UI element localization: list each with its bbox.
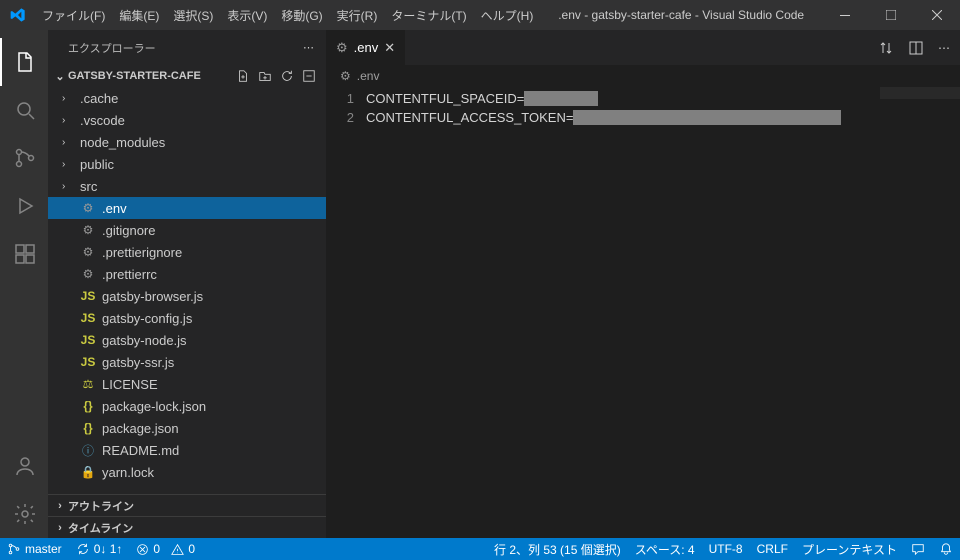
settings-icon[interactable] [0, 490, 48, 538]
sidebar: エクスプローラー ⋯ ⌄ GATSBY-STARTER-CAFE ›.cache… [48, 30, 326, 538]
file-yarn.lock[interactable]: 🔒yarn.lock [48, 461, 326, 483]
maximize-button[interactable] [868, 0, 914, 30]
file-gatsby-config.js[interactable]: JSgatsby-config.js [48, 307, 326, 329]
folder-.cache[interactable]: ›.cache [48, 87, 326, 109]
menu-bar: ファイル(F) 編集(E) 選択(S) 表示(V) 移動(G) 実行(R) ター… [35, 7, 540, 24]
breadcrumb[interactable]: ⚙ .env [326, 65, 960, 87]
project-header[interactable]: ⌄ GATSBY-STARTER-CAFE [48, 65, 326, 87]
close-icon[interactable]: ✕ [384, 40, 395, 56]
minimap[interactable] [880, 87, 960, 99]
close-button[interactable] [914, 0, 960, 30]
eol-status[interactable]: CRLF [750, 542, 795, 556]
collapse-icon[interactable] [302, 69, 316, 83]
sidebar-title: エクスプローラー ⋯ [48, 30, 326, 65]
menu-edit[interactable]: 編集(E) [112, 7, 166, 24]
split-icon[interactable] [908, 40, 924, 56]
run-debug-icon[interactable] [0, 182, 48, 230]
status-bar: master 0↓ 1↑ 0 0 行 2、列 53 (15 個選択) スペース:… [0, 538, 960, 560]
file-.prettierignore[interactable]: ⚙.prettierignore [48, 241, 326, 263]
file-gatsby-browser.js[interactable]: JSgatsby-browser.js [48, 285, 326, 307]
file-.prettierrc[interactable]: ⚙.prettierrc [48, 263, 326, 285]
file-gatsby-ssr.js[interactable]: JSgatsby-ssr.js [48, 351, 326, 373]
account-icon[interactable] [0, 442, 48, 490]
title-bar: ファイル(F) 編集(E) 選択(S) 表示(V) 移動(G) 実行(R) ター… [0, 0, 960, 30]
sidebar-more-icon[interactable]: ⋯ [303, 41, 314, 54]
menu-file[interactable]: ファイル(F) [35, 7, 112, 24]
file-package.json[interactable]: {}package.json [48, 417, 326, 439]
gear-icon: ⚙ [336, 40, 348, 56]
bell-icon[interactable] [932, 542, 960, 556]
editor: ⚙ .env ✕ ⋯ ⚙ .env 12 CONTENTFUL_SPACEID=… [326, 30, 960, 538]
folder-node_modules[interactable]: ›node_modules [48, 131, 326, 153]
refresh-icon[interactable] [280, 69, 294, 83]
problems-status[interactable]: 0 0 [129, 542, 202, 556]
menu-terminal[interactable]: ターミナル(T) [384, 7, 473, 24]
extensions-icon[interactable] [0, 230, 48, 278]
file-.gitignore[interactable]: ⚙.gitignore [48, 219, 326, 241]
new-folder-icon[interactable] [258, 69, 272, 83]
chevron-down-icon: ⌄ [52, 70, 68, 83]
menu-help[interactable]: ヘルプ(H) [474, 7, 541, 24]
vscode-logo [0, 7, 35, 23]
spaces-status[interactable]: スペース: 4 [628, 541, 702, 558]
window-title: .env - gatsby-starter-cafe - Visual Stud… [540, 8, 822, 22]
gear-icon: ⚙ [340, 69, 351, 83]
menu-go[interactable]: 移動(G) [274, 7, 329, 24]
file-.env[interactable]: ⚙.env [48, 197, 326, 219]
new-file-icon[interactable] [236, 69, 250, 83]
file-tree: ›.cache›.vscode›node_modules›public›src⚙… [48, 87, 326, 494]
sync-status[interactable]: 0↓ 1↑ [69, 542, 130, 556]
explorer-icon[interactable] [0, 38, 48, 86]
source-control-icon[interactable] [0, 134, 48, 182]
encoding-status[interactable]: UTF-8 [702, 542, 750, 556]
minimize-button[interactable] [822, 0, 868, 30]
activity-bar [0, 30, 48, 538]
timeline-section[interactable]: ›タイムライン [48, 516, 326, 538]
folder-public[interactable]: ›public [48, 153, 326, 175]
menu-run[interactable]: 実行(R) [330, 7, 385, 24]
code-area[interactable]: 12 CONTENTFUL_SPACEID=CONTENTFUL_ACCESS_… [326, 87, 960, 538]
menu-select[interactable]: 選択(S) [166, 7, 220, 24]
lang-status[interactable]: プレーンテキスト [795, 541, 904, 558]
cursor-pos[interactable]: 行 2、列 53 (15 個選択) [487, 541, 628, 558]
file-LICENSE[interactable]: ⚖LICENSE [48, 373, 326, 395]
compare-icon[interactable] [878, 40, 894, 56]
file-README.md[interactable]: ⓘREADME.md [48, 439, 326, 461]
menu-view[interactable]: 表示(V) [220, 7, 274, 24]
folder-src[interactable]: ›src [48, 175, 326, 197]
feedback-icon[interactable] [904, 542, 932, 556]
folder-.vscode[interactable]: ›.vscode [48, 109, 326, 131]
outline-section[interactable]: ›アウトライン [48, 494, 326, 516]
search-icon[interactable] [0, 86, 48, 134]
tab-more-icon[interactable]: ⋯ [938, 41, 950, 55]
tab-env[interactable]: ⚙ .env ✕ [326, 30, 406, 65]
file-gatsby-node.js[interactable]: JSgatsby-node.js [48, 329, 326, 351]
branch-status[interactable]: master [0, 542, 69, 556]
file-package-lock.json[interactable]: {}package-lock.json [48, 395, 326, 417]
tab-bar: ⚙ .env ✕ ⋯ [326, 30, 960, 65]
